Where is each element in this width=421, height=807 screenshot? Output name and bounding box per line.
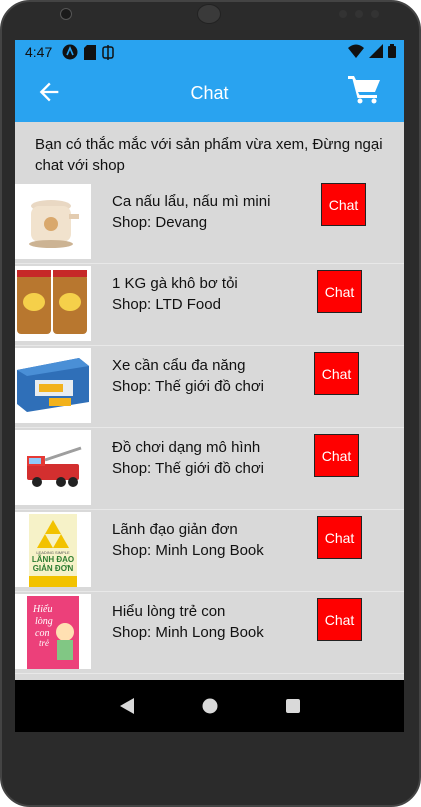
product-shop: Shop: Devang bbox=[112, 214, 208, 231]
notification-icons bbox=[62, 44, 114, 60]
product-info: 1 KG gà khô bơ tỏi Shop: LTD Food bbox=[112, 273, 238, 315]
app-bar: Chat bbox=[15, 64, 404, 122]
book-title-line: trẻ bbox=[39, 638, 49, 648]
status-time: 4:47 bbox=[25, 44, 53, 60]
product-image bbox=[15, 430, 91, 505]
product-shop: Shop: Minh Long Book bbox=[112, 542, 264, 559]
product-name: Xe cần cẩu đa năng bbox=[112, 357, 246, 374]
book-title-line: GIẢN ĐƠN bbox=[33, 564, 74, 573]
product-image: Hiểu lòng con trẻ bbox=[15, 594, 91, 669]
dollar-icon bbox=[102, 44, 114, 60]
chat-button[interactable]: Chat bbox=[317, 270, 362, 313]
product-name: Lãnh đạo giản đơn bbox=[112, 521, 238, 538]
product-name: 1 KG gà khô bơ tỏi bbox=[112, 275, 238, 292]
status-bar: 4:47 bbox=[15, 40, 404, 64]
book-title-line: lòng bbox=[35, 616, 53, 627]
product-shop: Shop: Thế giới đồ chơi bbox=[112, 460, 264, 477]
product-shop: Shop: Minh Long Book bbox=[112, 624, 264, 641]
chat-button[interactable]: Chat bbox=[314, 434, 359, 477]
page-title: Chat bbox=[190, 82, 229, 103]
intro-text: Bạn có thắc mắc với sản phẩm vừa xem, Đừ… bbox=[35, 136, 383, 174]
book-title-line: LÃNH ĐẠO bbox=[32, 555, 74, 564]
app-icon bbox=[62, 44, 78, 60]
navigation-bar bbox=[15, 680, 404, 732]
chat-button[interactable]: Chat bbox=[317, 516, 362, 559]
chat-button[interactable]: Chat bbox=[321, 183, 366, 226]
chat-button[interactable]: Chat bbox=[317, 598, 362, 641]
product-info: Ca nấu lẩu, nấu mì mini Shop: Devang bbox=[112, 191, 270, 233]
sd-card-icon bbox=[84, 44, 97, 60]
product-name: Ca nấu lẩu, nấu mì mini bbox=[112, 193, 271, 210]
product-info: Đồ chơi dạng mô hình Shop: Thế giới đồ c… bbox=[112, 437, 264, 479]
chat-button[interactable]: Chat bbox=[314, 352, 359, 395]
product-info: Hiểu lòng trẻ con Shop: Minh Long Book bbox=[112, 601, 264, 643]
product-row[interactable]: LEADING SIMPLE LÃNH ĐẠO GIẢN ĐƠN Lãnh đạ… bbox=[15, 510, 404, 592]
product-image bbox=[15, 348, 91, 423]
product-row[interactable]: 1 KG gà khô bơ tỏi Shop: LTD Food Chat bbox=[15, 264, 404, 346]
front-camera bbox=[60, 8, 72, 20]
sensors bbox=[339, 10, 379, 18]
product-row[interactable]: Ca nấu lẩu, nấu mì mini Shop: Devang Cha… bbox=[15, 182, 404, 264]
product-image: LEADING SIMPLE LÃNH ĐẠO GIẢN ĐƠN bbox=[15, 512, 91, 587]
product-info: Xe cần cẩu đa năng Shop: Thế giới đồ chơ… bbox=[112, 355, 264, 397]
battery-icon bbox=[388, 44, 396, 58]
wifi-icon bbox=[348, 44, 364, 58]
product-image bbox=[15, 266, 91, 341]
product-row[interactable]: Đồ chơi dạng mô hình Shop: Thế giới đồ c… bbox=[15, 428, 404, 510]
product-name: Đồ chơi dạng mô hình bbox=[112, 439, 261, 456]
arrow-left-icon[interactable] bbox=[35, 78, 63, 106]
phone-frame: 4:47 Chat Bạn có thắc mắc với sản phẩm v… bbox=[0, 0, 421, 807]
product-info: Lãnh đạo giản đơn Shop: Minh Long Book bbox=[112, 519, 264, 561]
system-icons bbox=[348, 44, 396, 58]
product-image bbox=[15, 184, 91, 259]
book-title-line: Hiểu bbox=[32, 604, 52, 615]
product-shop: Shop: LTD Food bbox=[112, 296, 221, 313]
product-name: Hiểu lòng trẻ con bbox=[112, 603, 226, 620]
speaker bbox=[197, 4, 221, 24]
nav-home-icon[interactable] bbox=[201, 697, 219, 715]
product-row[interactable]: Hiểu lòng con trẻ Hiểu lòng trẻ con Shop… bbox=[15, 592, 404, 674]
signal-icon bbox=[369, 44, 383, 58]
product-row[interactable]: Xe cần cẩu đa năng Shop: Thế giới đồ chơ… bbox=[15, 346, 404, 428]
product-shop: Shop: Thế giới đồ chơi bbox=[112, 378, 264, 395]
nav-back-icon[interactable] bbox=[118, 697, 136, 715]
nav-recents-icon[interactable] bbox=[285, 698, 301, 714]
product-list: Ca nấu lẩu, nấu mì mini Shop: Devang Cha… bbox=[15, 182, 404, 674]
cart-icon[interactable] bbox=[348, 74, 382, 104]
screen: 4:47 Chat Bạn có thắc mắc với sản phẩm v… bbox=[15, 40, 404, 732]
